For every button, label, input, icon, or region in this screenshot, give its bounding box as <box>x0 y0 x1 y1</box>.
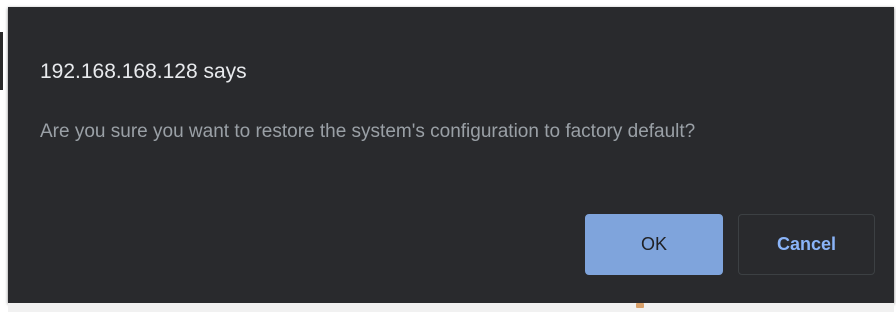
background-page-strip <box>8 303 894 312</box>
ok-button[interactable]: OK <box>585 214 723 275</box>
dialog-message: Are you sure you want to restore the sys… <box>40 121 696 142</box>
cancel-button[interactable]: Cancel <box>738 214 875 275</box>
background-page-mark <box>636 303 644 308</box>
dialog-title: 192.168.168.128 says <box>40 60 247 83</box>
background-edge-mark <box>0 32 3 90</box>
alert-dialog: 192.168.168.128 says Are you sure you wa… <box>8 7 894 303</box>
